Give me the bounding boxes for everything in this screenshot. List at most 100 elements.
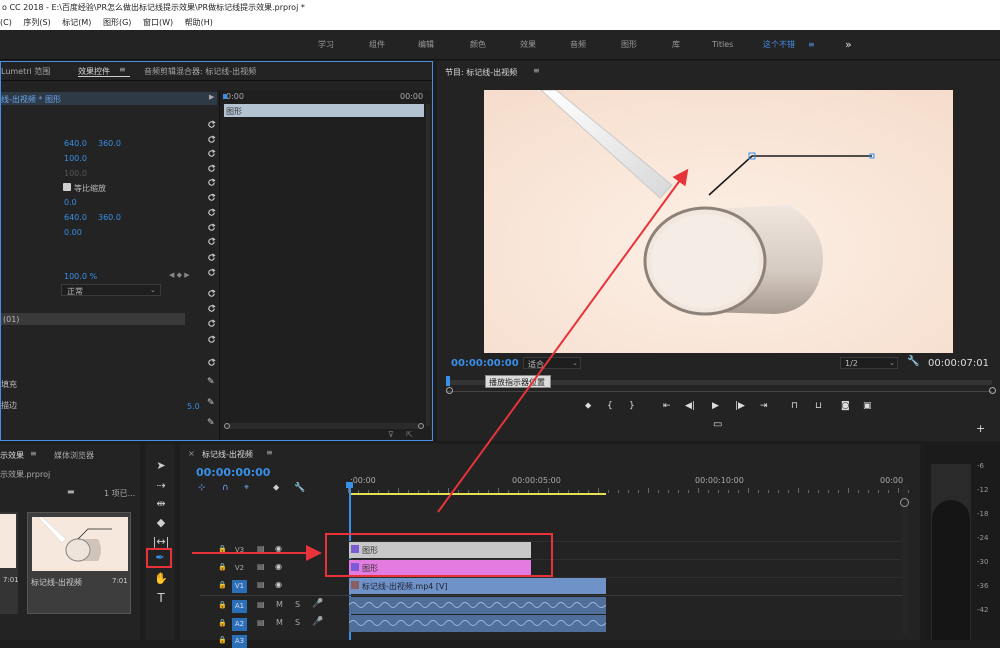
eye-icon[interactable]: ◉ xyxy=(275,580,282,589)
folder-icon[interactable]: ▬ xyxy=(67,487,75,496)
clip-a1[interactable] xyxy=(349,597,606,614)
reset-icon[interactable] xyxy=(207,304,216,313)
selection-tool-icon[interactable]: ➤ xyxy=(152,458,170,474)
lock-icon[interactable]: 🔒 xyxy=(218,636,227,644)
workspace-libraries[interactable]: 库 xyxy=(672,30,680,60)
track-select-tool-icon[interactable]: ⇢ xyxy=(152,478,170,494)
track-label-v2[interactable]: V2 xyxy=(232,562,247,575)
sync-lock-icon[interactable]: ▤ xyxy=(257,618,265,627)
reset-icon[interactable] xyxy=(207,193,216,202)
snap-icon[interactable]: ∩ xyxy=(222,483,229,493)
ripple-edit-tool-icon[interactable]: ⇹ xyxy=(152,496,170,512)
mini-timeline-clip-bar[interactable]: 图形 xyxy=(224,104,424,117)
zoom-scrollbar[interactable] xyxy=(224,423,424,429)
program-timecode[interactable]: 00:00:00:00 xyxy=(451,358,519,369)
reset-icon[interactable] xyxy=(207,208,216,217)
sync-lock-icon[interactable]: ▤ xyxy=(257,600,265,609)
lock-icon[interactable]: 🔒 xyxy=(218,619,227,627)
panel-menu-icon[interactable]: ≡ xyxy=(30,449,37,458)
reset-icon[interactable] xyxy=(207,268,216,277)
button-editor-icon[interactable]: ▭ xyxy=(713,419,722,430)
menu-item-marker[interactable]: 标记(M) xyxy=(62,18,91,27)
reset-icon[interactable] xyxy=(207,319,216,328)
add-marker-icon[interactable]: ⬥ xyxy=(273,483,279,493)
lock-icon[interactable]: 🔒 xyxy=(218,563,227,571)
workspace-color[interactable]: 颜色 xyxy=(470,30,486,60)
lift-icon[interactable]: ⊓ xyxy=(791,401,798,411)
stroke-width-value[interactable]: 5.0 xyxy=(187,402,200,411)
zoom-handle[interactable] xyxy=(989,387,996,394)
menu-item-graphics[interactable]: 图形(G) xyxy=(103,18,131,27)
tab-menu-icon[interactable]: ≡ xyxy=(119,65,126,74)
reset-icon[interactable] xyxy=(207,237,216,246)
position-x-value[interactable]: 640.0 xyxy=(64,139,87,148)
fit-select[interactable]: 适合 ⌄ xyxy=(523,357,581,369)
blend-mode-select[interactable]: 正常 ⌄ xyxy=(61,284,161,296)
resolution-select[interactable]: 1/2 ⌄ xyxy=(840,357,898,369)
thumbnail-item[interactable]: 7:01 xyxy=(0,512,19,614)
track-label-v3[interactable]: V3 xyxy=(232,544,247,557)
workspace-custom[interactable]: 这个不错 xyxy=(763,30,795,60)
workspace-learning[interactable]: 学习 xyxy=(318,30,334,60)
zoom-handle[interactable] xyxy=(446,387,453,394)
go-to-in-icon[interactable]: ⇤ xyxy=(663,401,671,411)
reset-icon[interactable] xyxy=(207,135,216,144)
lock-icon[interactable]: 🔒 xyxy=(218,545,227,553)
reset-icon[interactable] xyxy=(207,335,216,344)
track-label-v1[interactable]: V1 xyxy=(232,580,247,593)
tab-audio-clip-mixer[interactable]: 音频剪辑混合器: 标记线-出视频 xyxy=(144,66,256,77)
workspace-audio[interactable]: 音频 xyxy=(570,30,586,60)
pen-tool-icon[interactable]: ✒ xyxy=(151,550,169,566)
linked-selection-icon[interactable]: ⌖ xyxy=(244,483,249,493)
scrollbar[interactable] xyxy=(426,104,430,426)
hand-tool-icon[interactable]: ✋ xyxy=(152,571,170,587)
anchor-y-value[interactable]: 360.0 xyxy=(98,213,121,222)
workspace-more-icon[interactable]: » xyxy=(845,30,852,60)
play-icon[interactable]: ▶ xyxy=(712,401,719,411)
workspace-editing[interactable]: 编辑 xyxy=(418,30,434,60)
nest-icon[interactable]: ⊹ xyxy=(198,483,206,493)
reset-icon[interactable] xyxy=(207,358,216,367)
playhead-handle[interactable] xyxy=(346,482,353,488)
razor-tool-icon[interactable]: ◆ xyxy=(152,515,170,531)
keyframe-nav-icon[interactable]: ◀ ◆ ▶ xyxy=(169,271,190,279)
clip-a2[interactable] xyxy=(349,615,606,632)
reset-icon[interactable] xyxy=(207,223,216,232)
position-y-value[interactable]: 360.0 xyxy=(98,139,121,148)
track-label-a2[interactable]: A2 xyxy=(232,618,247,631)
workspace-graphics[interactable]: 图形 xyxy=(621,30,637,60)
camera-icon[interactable]: ◙ xyxy=(841,401,850,411)
anchor-x-value[interactable]: 640.0 xyxy=(64,213,87,222)
opacity-value[interactable]: 100.0 % xyxy=(64,272,97,281)
wrench-icon[interactable]: 🔧 xyxy=(294,483,305,493)
mute-button[interactable]: M xyxy=(276,600,283,609)
go-to-out-icon[interactable]: ⇥ xyxy=(760,401,768,411)
expand-arrow-icon[interactable]: ▶ xyxy=(209,93,214,101)
type-tool-icon[interactable]: T xyxy=(152,590,170,606)
sync-lock-icon[interactable]: ▤ xyxy=(257,544,265,553)
uniform-scale-checkbox[interactable] xyxy=(63,183,71,191)
solo-button[interactable]: S xyxy=(295,618,300,627)
reset-icon[interactable] xyxy=(207,120,216,129)
shape-row[interactable]: (01) xyxy=(1,313,185,325)
eyedropper-icon[interactable]: ✎ xyxy=(207,377,215,387)
reset-icon[interactable] xyxy=(207,253,216,262)
eyedropper-icon[interactable]: ✎ xyxy=(207,418,215,428)
extract-icon[interactable]: ⊔ xyxy=(815,401,822,411)
workspace-effects[interactable]: 效果 xyxy=(520,30,536,60)
mark-out-icon[interactable]: } xyxy=(629,401,635,411)
mute-button[interactable]: M xyxy=(276,618,283,627)
solo-button[interactable]: S xyxy=(295,600,300,609)
menu-item-clip[interactable]: (C) xyxy=(0,18,12,27)
eye-icon[interactable]: ◉ xyxy=(275,562,282,571)
compare-icon[interactable]: ▣ xyxy=(863,401,872,411)
step-forward-icon[interactable]: |▶ xyxy=(735,401,745,411)
anti-flicker-value[interactable]: 0.00 xyxy=(64,228,82,237)
close-icon[interactable]: × xyxy=(188,449,195,458)
scale-value[interactable]: 100.0 xyxy=(64,154,87,163)
step-back-icon[interactable]: ◀| xyxy=(685,401,695,411)
work-area-bar[interactable] xyxy=(350,493,606,495)
zoom-handle[interactable] xyxy=(224,423,230,429)
add-button-icon[interactable]: + xyxy=(976,422,985,435)
timeline-sequence-tab[interactable]: 标记线-出视频 xyxy=(202,449,253,460)
